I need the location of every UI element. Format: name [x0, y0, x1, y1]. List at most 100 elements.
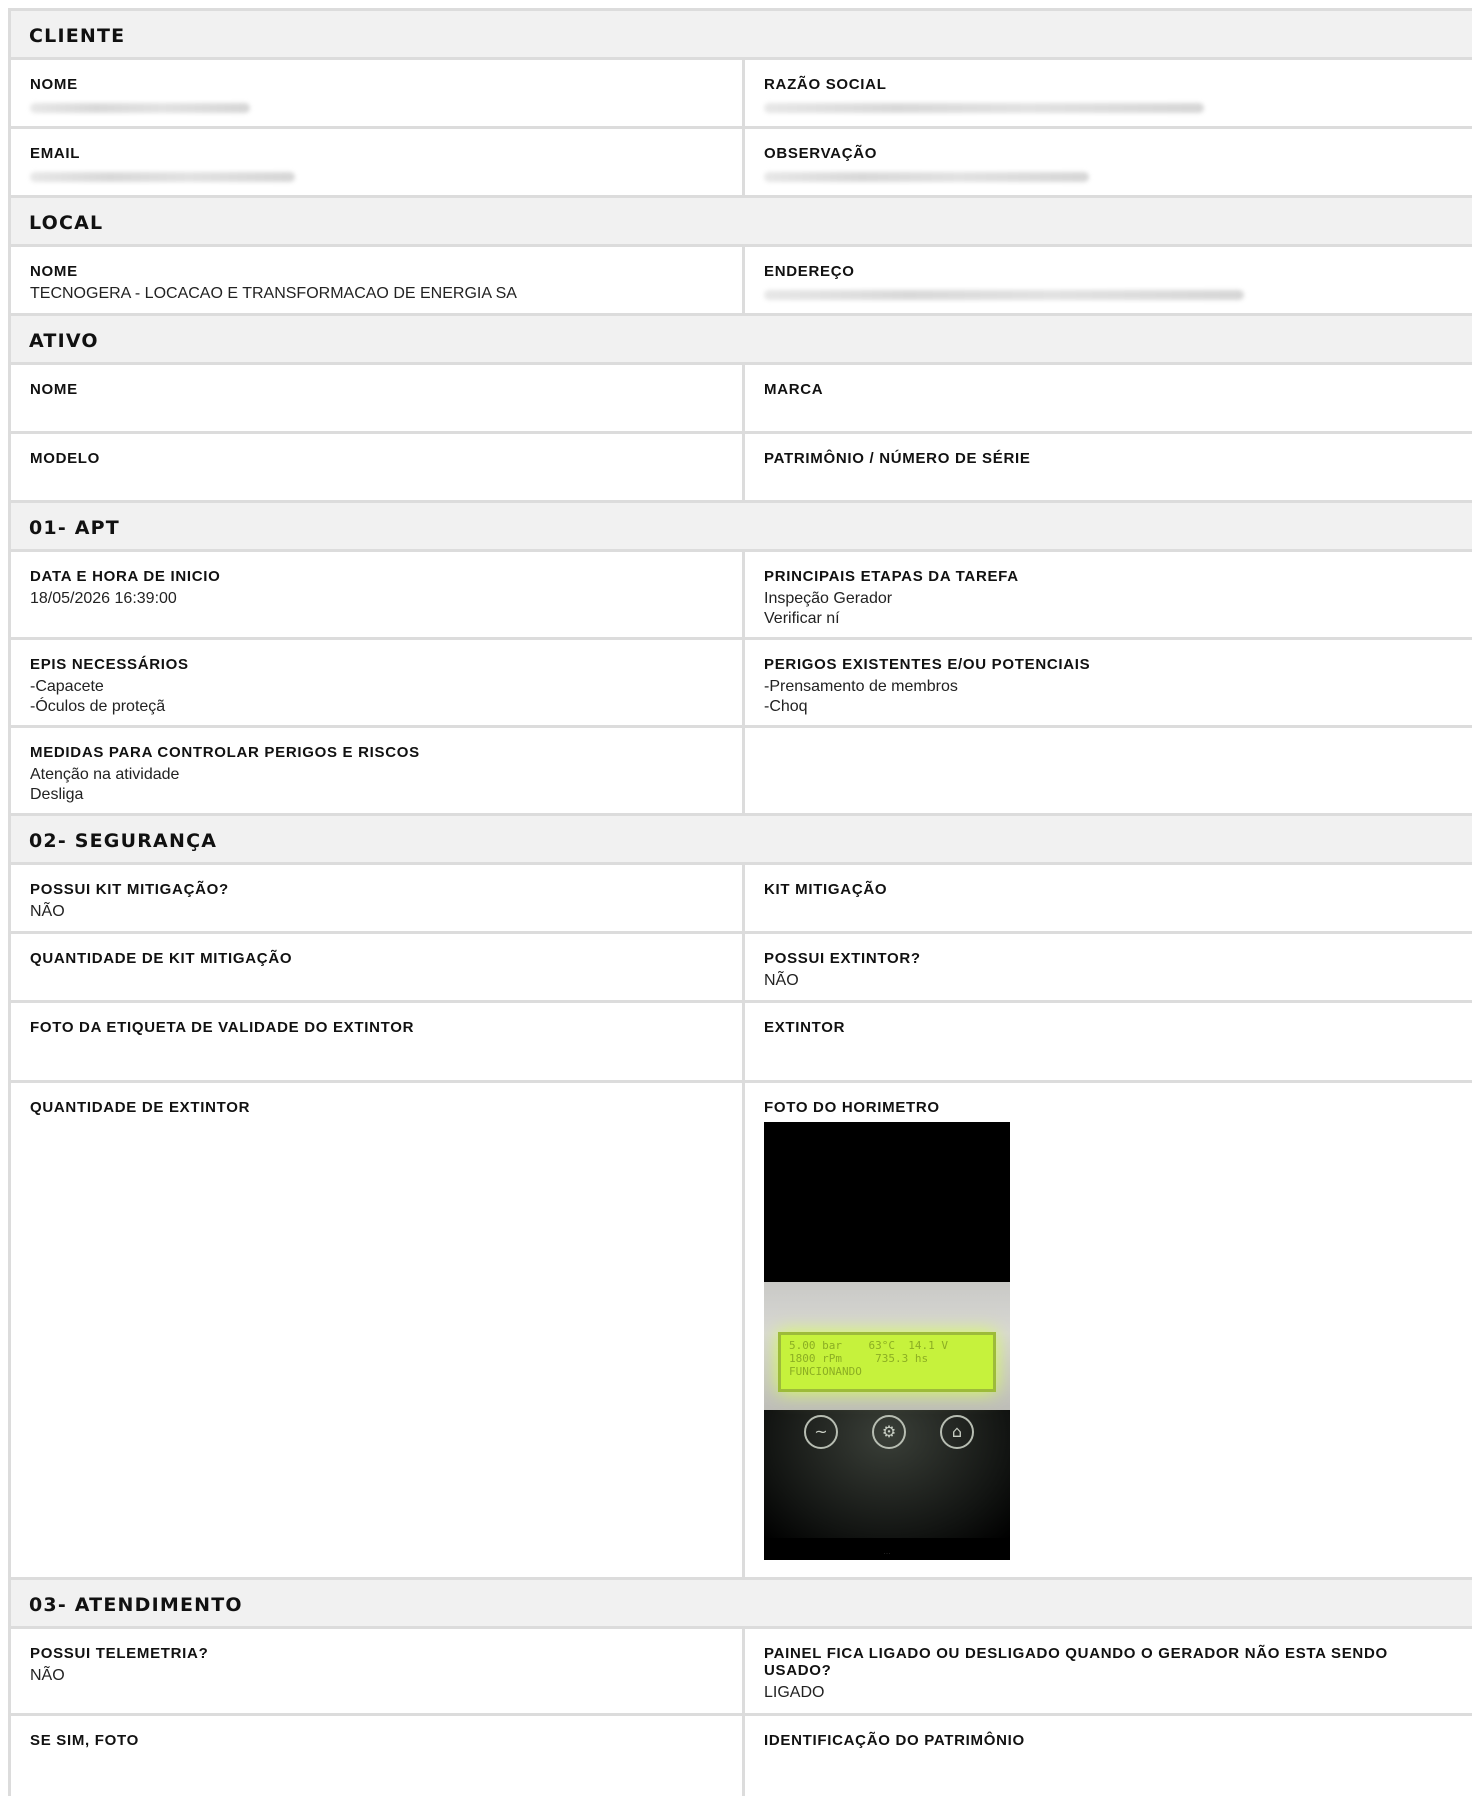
- field-observacao: OBSERVAÇÃO: [745, 129, 1472, 195]
- field-label: QUANTIDADE DE EXTINTOR: [30, 1099, 251, 1116]
- field-label: DATA E HORA DE INICIO: [30, 568, 221, 585]
- row: QUANTIDADE DE KIT MITIGAÇÃO POSSUI EXTIN…: [11, 934, 1472, 1003]
- horimetro-photo[interactable]: 5.00 bar 63°C 14.1 V 1800 rPm 735.3 hs F…: [764, 1122, 1010, 1560]
- field-label: OBSERVAÇÃO: [764, 145, 878, 162]
- row: SE SIM, FOTO IDENTIFICAÇÃO DO PATRIMÔNIO: [11, 1716, 1472, 1796]
- field-patrimonio: PATRIMÔNIO / NÚMERO DE SÉRIE: [745, 434, 1472, 500]
- field-identificacao: IDENTIFICAÇÃO DO PATRIMÔNIO: [745, 1716, 1472, 1796]
- row: POSSUI TELEMETRIA? NÃO PAINEL FICA LIGAD…: [11, 1629, 1472, 1716]
- row: MODELO PATRIMÔNIO / NÚMERO DE SÉRIE: [11, 434, 1472, 500]
- section-title: 02- SEGURANÇA: [29, 830, 218, 852]
- row: MEDIDAS PARA CONTROLAR PERIGOS E RISCOS …: [11, 728, 1472, 813]
- row: NOME MARCA: [11, 365, 1472, 434]
- field-label: EPIS NECESSÁRIOS: [30, 656, 189, 673]
- field-label: POSSUI TELEMETRIA?: [30, 1645, 209, 1662]
- redacted-value: [764, 290, 1244, 300]
- field-data-hora-inicio: DATA E HORA DE INICIO 18/05/2026 16:39:0…: [11, 552, 745, 637]
- field-cliente-nome: NOME: [11, 60, 745, 126]
- field-kit-mitigacao: KIT MITIGAÇÃO: [745, 865, 1472, 931]
- field-label: MODELO: [30, 450, 101, 467]
- section-header: CLIENTE: [11, 11, 1472, 60]
- section-seguranca: 02- SEGURANÇA POSSUI KIT MITIGAÇÃO? NÃO …: [11, 816, 1472, 1580]
- row: NOME RAZÃO SOCIAL: [11, 60, 1472, 129]
- field-foto-horimetro: FOTO DO HORIMETRO 5.00 bar 63°C 14.1 V 1…: [745, 1083, 1472, 1577]
- field-label: KIT MITIGAÇÃO: [764, 881, 888, 898]
- section-title: LOCAL: [29, 212, 104, 234]
- wave-icon: ~: [804, 1415, 838, 1449]
- section-header: ATIVO: [11, 316, 1472, 365]
- section-header: 01- APT: [11, 503, 1472, 552]
- field-perigos: PERIGOS EXISTENTES E/OU POTENCIAIS -Pren…: [745, 640, 1472, 725]
- field-value: LIGADO: [764, 1684, 825, 1701]
- field-local-nome: NOME TECNOGERA - LOCACAO E TRANSFORMACAO…: [11, 247, 745, 313]
- field-label: PERIGOS EXISTENTES E/OU POTENCIAIS: [764, 656, 1091, 673]
- field-value: NÃO: [30, 1667, 65, 1684]
- row: POSSUI KIT MITIGAÇÃO? NÃO KIT MITIGAÇÃO: [11, 865, 1472, 934]
- field-label: NOME: [30, 76, 78, 93]
- section-local: LOCAL NOME TECNOGERA - LOCACAO E TRANSFO…: [11, 198, 1472, 316]
- section-ativo: ATIVO NOME MARCA MODELO PATRIMÔNIO / NÚM…: [11, 316, 1472, 503]
- field-label: PAINEL FICA LIGADO OU DESLIGADO QUANDO O…: [764, 1645, 1388, 1679]
- field-label: FOTO DA ETIQUETA DE VALIDADE DO EXTINTOR: [30, 1019, 415, 1036]
- field-value: TECNOGERA - LOCACAO E TRANSFORMACAO DE E…: [30, 285, 517, 302]
- report: CLIENTE NOME RAZÃO SOCIAL EMAIL OBSERVAÇ…: [8, 8, 1472, 1796]
- field-label: POSSUI KIT MITIGAÇÃO?: [30, 881, 229, 898]
- field-medidas: MEDIDAS PARA CONTROLAR PERIGOS E RISCOS …: [11, 728, 745, 813]
- field-label: EMAIL: [30, 145, 81, 162]
- field-value: Inspeção Gerador Verificar ní: [764, 590, 893, 627]
- field-value: 18/05/2026 16:39:00: [30, 590, 177, 607]
- field-label: IDENTIFICAÇÃO DO PATRIMÔNIO: [764, 1732, 1025, 1749]
- section-title: 03- ATENDIMENTO: [29, 1594, 243, 1616]
- field-email: EMAIL: [11, 129, 745, 195]
- row: DATA E HORA DE INICIO 18/05/2026 16:39:0…: [11, 552, 1472, 640]
- field-value: -Prensamento de membros -Choq: [764, 678, 958, 715]
- field-label: RAZÃO SOCIAL: [764, 76, 887, 93]
- field-telemetria: POSSUI TELEMETRIA? NÃO: [11, 1629, 745, 1713]
- row: NOME TECNOGERA - LOCACAO E TRANSFORMACAO…: [11, 247, 1472, 313]
- section-cliente: CLIENTE NOME RAZÃO SOCIAL EMAIL OBSERVAÇ…: [11, 11, 1472, 198]
- section-title: CLIENTE: [29, 25, 126, 47]
- field-value: Atenção na atividade Desliga: [30, 766, 180, 803]
- field-label: EXTINTOR: [764, 1019, 846, 1036]
- row: EPIS NECESSÁRIOS -Capacete -Óculos de pr…: [11, 640, 1472, 728]
- field-value: NÃO: [764, 972, 799, 989]
- field-qtd-kit: QUANTIDADE DE KIT MITIGAÇÃO: [11, 934, 745, 1000]
- field-label: NOME: [30, 381, 78, 398]
- field-razao-social: RAZÃO SOCIAL: [745, 60, 1472, 126]
- field-se-sim-foto: SE SIM, FOTO: [11, 1716, 745, 1796]
- section-title: ATIVO: [29, 330, 99, 352]
- redacted-value: [764, 103, 1204, 113]
- section-title: 01- APT: [29, 517, 120, 539]
- field-label: PATRIMÔNIO / NÚMERO DE SÉRIE: [764, 450, 1031, 467]
- section-header: 02- SEGURANÇA: [11, 816, 1472, 865]
- section-atendimento: 03- ATENDIMENTO POSSUI TELEMETRIA? NÃO P…: [11, 1580, 1472, 1796]
- photo-timestamp: · · ·: [883, 1551, 891, 1556]
- empty-cell: [745, 728, 1472, 813]
- field-value: -Capacete -Óculos de proteçã: [30, 678, 166, 715]
- field-epis: EPIS NECESSÁRIOS -Capacete -Óculos de pr…: [11, 640, 745, 725]
- lcd-display: 5.00 bar 63°C 14.1 V 1800 rPm 735.3 hs F…: [778, 1332, 996, 1392]
- field-label: QUANTIDADE DE KIT MITIGAÇÃO: [30, 950, 293, 967]
- field-endereco: ENDEREÇO: [745, 247, 1472, 313]
- field-label: MARCA: [764, 381, 824, 398]
- field-label: SE SIM, FOTO: [30, 1732, 139, 1749]
- home-icon: ⌂: [940, 1415, 974, 1449]
- field-possui-kit: POSSUI KIT MITIGAÇÃO? NÃO: [11, 865, 745, 931]
- redacted-value: [30, 172, 295, 182]
- field-extintor: EXTINTOR: [745, 1003, 1472, 1080]
- row: EMAIL OBSERVAÇÃO: [11, 129, 1472, 195]
- panel-buttons: ~ ⚙ ⌂: [804, 1415, 974, 1449]
- redacted-value: [30, 103, 250, 113]
- field-value: NÃO: [30, 903, 65, 920]
- field-modelo: MODELO: [11, 434, 745, 500]
- field-label: POSSUI EXTINTOR?: [764, 950, 921, 967]
- redacted-value: [764, 172, 1089, 182]
- field-possui-extintor: POSSUI EXTINTOR? NÃO: [745, 934, 1472, 1000]
- field-label: ENDEREÇO: [764, 263, 855, 280]
- row: FOTO DA ETIQUETA DE VALIDADE DO EXTINTOR…: [11, 1003, 1472, 1083]
- row: QUANTIDADE DE EXTINTOR FOTO DO HORIMETRO…: [11, 1083, 1472, 1577]
- field-painel-ligado: PAINEL FICA LIGADO OU DESLIGADO QUANDO O…: [745, 1629, 1472, 1713]
- field-label: FOTO DO HORIMETRO: [764, 1099, 940, 1116]
- field-qtd-extintor: QUANTIDADE DE EXTINTOR: [11, 1083, 745, 1577]
- field-label: PRINCIPAIS ETAPAS DA TAREFA: [764, 568, 1019, 585]
